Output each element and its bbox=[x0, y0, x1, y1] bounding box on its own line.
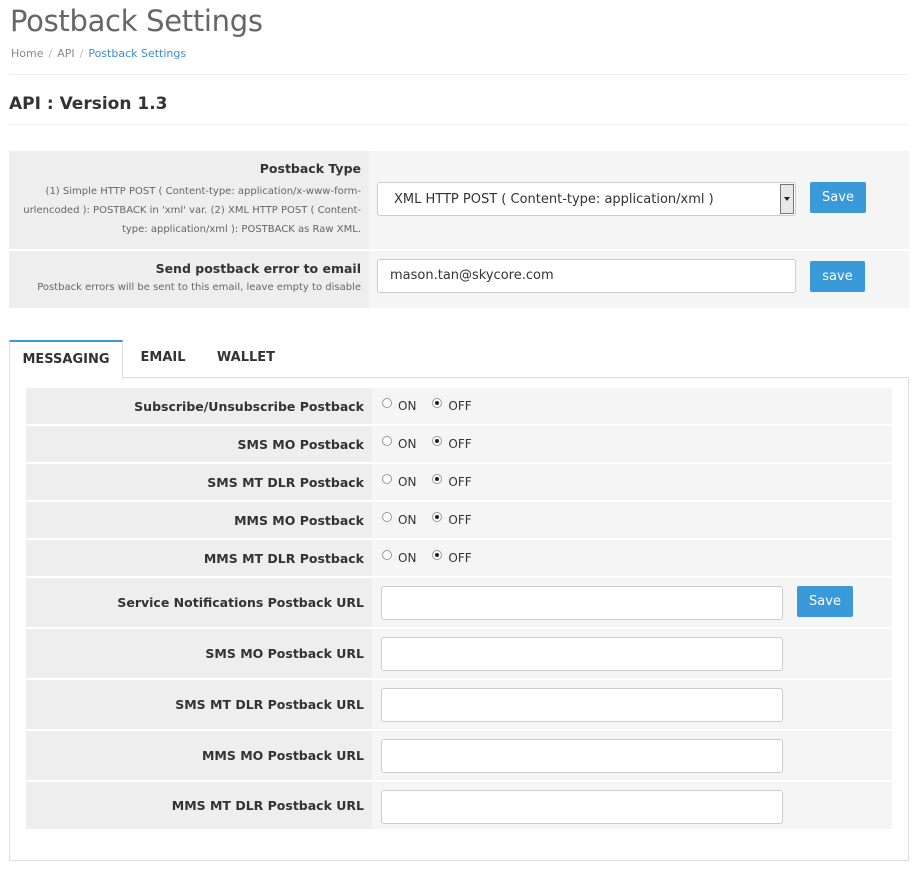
mms-mo-postback-off-radio[interactable] bbox=[432, 512, 443, 522]
error-email-row: Send postback error to email Postback er… bbox=[9, 251, 909, 308]
service-notifications-url-row: Service Notifications Postback URL Save bbox=[26, 578, 892, 627]
error-email-title: Send postback error to email bbox=[155, 261, 361, 276]
radio-on-label: ON bbox=[398, 475, 417, 489]
error-email-input[interactable]: mason.tan@skycore.com bbox=[377, 259, 796, 293]
messaging-urls-save-button[interactable]: Save bbox=[797, 586, 853, 617]
service-notifications-url-label: Service Notifications Postback URL bbox=[26, 578, 372, 627]
postback-type-selected-value: XML HTTP POST ( Content-type: applicatio… bbox=[394, 192, 714, 207]
error-email-help: Postback errors will be sent to this ema… bbox=[37, 282, 361, 293]
sms-mt-dlr-url-field bbox=[372, 680, 892, 729]
mms-mt-dlr-postback-off-radio[interactable] bbox=[432, 550, 443, 560]
breadcrumb-api-link[interactable]: API bbox=[57, 47, 74, 60]
subscribe-postback-field: ON OFF bbox=[372, 388, 892, 424]
mms-mt-dlr-postback-radios: ON OFF bbox=[382, 550, 488, 565]
mms-mt-dlr-postback-label: MMS MT DLR Postback bbox=[26, 540, 372, 576]
error-email-label-cell: Send postback error to email Postback er… bbox=[9, 251, 369, 308]
postback-type-help: (1) Simple HTTP POST ( Content-type: app… bbox=[23, 186, 361, 235]
sms-mo-postback-field: ON OFF bbox=[372, 426, 892, 462]
mms-mt-dlr-url-field bbox=[372, 782, 892, 829]
postback-type-title: Postback Type bbox=[259, 161, 361, 176]
sms-mt-dlr-url-row: SMS MT DLR Postback URL bbox=[26, 680, 892, 729]
radio-on-label: ON bbox=[398, 437, 417, 451]
mms-mt-dlr-url-row: MMS MT DLR Postback URL bbox=[26, 782, 892, 829]
postback-type-label-cell: Postback Type (1) Simple HTTP POST ( Con… bbox=[9, 151, 369, 249]
mms-mo-postback-field: ON OFF bbox=[372, 502, 892, 538]
sms-mo-postback-off-radio[interactable] bbox=[432, 436, 443, 446]
header-divider bbox=[9, 74, 908, 75]
sms-mo-url-field bbox=[372, 629, 892, 678]
postback-type-select[interactable]: XML HTTP POST ( Content-type: applicatio… bbox=[377, 182, 796, 216]
mms-mo-url-row: MMS MO Postback URL bbox=[26, 731, 892, 780]
mms-mo-postback-radios: ON OFF bbox=[382, 512, 488, 527]
postback-type-field-cell: XML HTTP POST ( Content-type: applicatio… bbox=[369, 151, 909, 249]
sms-mt-dlr-url-label: SMS MT DLR Postback URL bbox=[26, 680, 372, 729]
sms-mt-dlr-postback-radios: ON OFF bbox=[382, 474, 488, 489]
mms-mo-postback-label: MMS MO Postback bbox=[26, 502, 372, 538]
radio-off-label: OFF bbox=[448, 399, 472, 413]
section-divider bbox=[9, 124, 908, 125]
radio-on-label: ON bbox=[398, 399, 417, 413]
radio-off-label: OFF bbox=[448, 475, 472, 489]
general-settings-form: Postback Type (1) Simple HTTP POST ( Con… bbox=[9, 151, 909, 308]
sms-mt-dlr-postback-field: ON OFF bbox=[372, 464, 892, 500]
sms-mo-url-input[interactable] bbox=[381, 637, 783, 671]
subscribe-postback-on-radio[interactable] bbox=[382, 398, 392, 408]
caret-down-icon[interactable] bbox=[780, 184, 794, 214]
sms-mo-postback-on-radio[interactable] bbox=[382, 436, 392, 446]
radio-on-label: ON bbox=[398, 551, 417, 565]
postback-type-row: Postback Type (1) Simple HTTP POST ( Con… bbox=[9, 151, 909, 249]
mms-mt-dlr-postback-on-radio[interactable] bbox=[382, 550, 392, 560]
mms-mo-postback-row: MMS MO Postback ON OFF bbox=[26, 502, 892, 538]
mms-mt-dlr-url-label: MMS MT DLR Postback URL bbox=[26, 782, 372, 829]
tab-wallet[interactable]: WALLET bbox=[209, 340, 283, 378]
tab-email[interactable]: EMAIL bbox=[129, 340, 197, 378]
api-version-heading: API : Version 1.3 bbox=[9, 94, 168, 114]
sms-mo-url-label: SMS MO Postback URL bbox=[26, 629, 372, 678]
breadcrumb: Home / API / Postback Settings bbox=[11, 47, 186, 60]
radio-on-label: ON bbox=[398, 513, 417, 527]
sms-mo-postback-label: SMS MO Postback bbox=[26, 426, 372, 462]
service-notifications-url-input[interactable] bbox=[381, 586, 783, 620]
mms-mo-url-label: MMS MO Postback URL bbox=[26, 731, 372, 780]
sms-mo-postback-row: SMS MO Postback ON OFF bbox=[26, 426, 892, 462]
sms-mo-postback-radios: ON OFF bbox=[382, 436, 488, 451]
radio-off-label: OFF bbox=[448, 513, 472, 527]
postback-type-save-button[interactable]: Save bbox=[810, 182, 866, 213]
postback-tabs: MESSAGING EMAIL WALLET bbox=[9, 340, 909, 379]
breadcrumb-separator: / bbox=[48, 47, 53, 60]
service-notifications-url-field: Save bbox=[372, 578, 892, 627]
mms-mt-dlr-postback-row: MMS MT DLR Postback ON OFF bbox=[26, 540, 892, 576]
sms-mo-url-row: SMS MO Postback URL bbox=[26, 629, 892, 678]
error-email-save-button[interactable]: save bbox=[810, 261, 865, 292]
mms-mo-postback-on-radio[interactable] bbox=[382, 512, 392, 522]
mms-mt-dlr-url-input[interactable] bbox=[381, 790, 783, 824]
tab-messaging[interactable]: MESSAGING bbox=[9, 340, 123, 379]
radio-off-label: OFF bbox=[448, 551, 472, 565]
breadcrumb-home-link[interactable]: Home bbox=[11, 47, 43, 60]
subscribe-postback-off-radio[interactable] bbox=[432, 398, 443, 408]
mms-mt-dlr-postback-field: ON OFF bbox=[372, 540, 892, 576]
radio-off-label: OFF bbox=[448, 437, 472, 451]
breadcrumb-separator: / bbox=[79, 47, 84, 60]
sms-mt-dlr-url-input[interactable] bbox=[381, 688, 783, 722]
error-email-field-cell: mason.tan@skycore.com save bbox=[369, 251, 909, 308]
page-title: Postback Settings bbox=[10, 4, 263, 38]
breadcrumb-current[interactable]: Postback Settings bbox=[88, 47, 186, 60]
subscribe-postback-row: Subscribe/Unsubscribe Postback ON OFF bbox=[26, 388, 892, 424]
mms-mo-url-input[interactable] bbox=[381, 739, 783, 773]
sms-mt-dlr-postback-label: SMS MT DLR Postback bbox=[26, 464, 372, 500]
sms-mt-dlr-postback-on-radio[interactable] bbox=[382, 474, 392, 484]
mms-mo-url-field bbox=[372, 731, 892, 780]
sms-mt-dlr-postback-row: SMS MT DLR Postback ON OFF bbox=[26, 464, 892, 500]
subscribe-postback-label: Subscribe/Unsubscribe Postback bbox=[26, 388, 372, 424]
messaging-tab-panel: Subscribe/Unsubscribe Postback ON OFF SM… bbox=[9, 377, 909, 861]
sms-mt-dlr-postback-off-radio[interactable] bbox=[432, 474, 443, 484]
subscribe-postback-radios: ON OFF bbox=[382, 398, 488, 413]
